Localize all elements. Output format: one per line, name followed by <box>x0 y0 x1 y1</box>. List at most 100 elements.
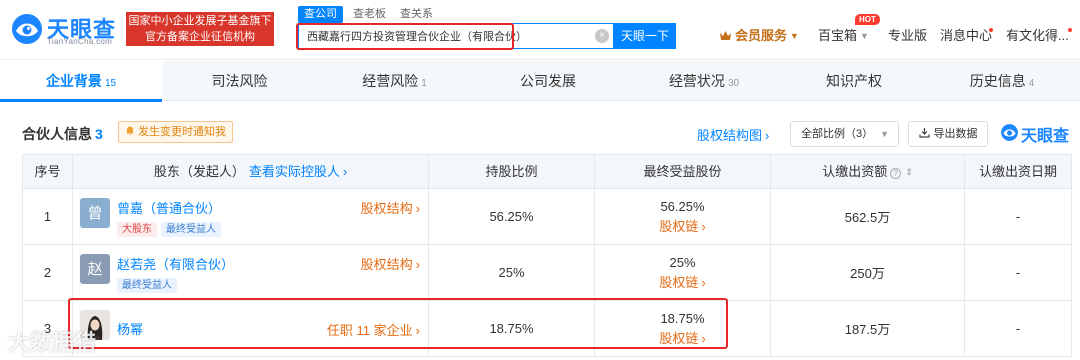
search-tab-relation[interactable]: 查关系 <box>400 6 433 23</box>
search-input[interactable] <box>299 24 559 48</box>
tab-intellectual-property[interactable]: 知识产权 <box>784 61 924 101</box>
search-button[interactable]: 天眼一下 <box>614 23 676 49</box>
tianyancha-watermark-logo: 天眼查 <box>1000 122 1072 145</box>
capital-cell: 187.5万 <box>771 301 965 356</box>
final-benefit-cell: 18.75% 股权链 › <box>595 301 771 356</box>
view-actual-controller-link[interactable]: 查看实际控股人 › <box>249 164 347 179</box>
chevron-right-icon: › <box>701 330 706 346</box>
capital-cell: 250万 <box>771 245 965 300</box>
header-capital-label: 认缴出资额 <box>822 164 888 179</box>
tag-list: 大股东 最终受益人 <box>117 220 225 237</box>
header-index: 序号 <box>23 155 73 188</box>
chevron-right-icon: › <box>765 128 770 143</box>
header-shareholder-label: 股东（发起人） <box>153 164 245 179</box>
equity-structure-label: 股权结构 <box>360 257 413 272</box>
date-cell: - <box>965 245 1072 300</box>
logo-domain: TianYanCha.com <box>47 37 113 46</box>
message-center-link[interactable]: 消息中心 <box>940 27 992 45</box>
tab-count: 1 <box>421 78 427 89</box>
tab-label: 经营风险 <box>362 73 419 89</box>
tab-business-status[interactable]: 经营状况 30 <box>624 61 784 101</box>
treasure-box-menu[interactable]: 百宝箱 ▼ <box>818 27 869 45</box>
equity-chain-link[interactable]: 股权链 › <box>659 273 705 293</box>
avatar[interactable]: 赵 <box>80 254 110 284</box>
tab-label: 司法风险 <box>211 73 268 89</box>
member-service-menu[interactable]: 会员服务 ▼ <box>719 27 799 45</box>
tianyancha-logo[interactable]: 天眼查 TianYanCha.com <box>10 10 120 50</box>
row-index: 1 <box>23 189 73 244</box>
sort-icon[interactable]: ⇕ <box>905 156 913 189</box>
search-box: × <box>298 23 614 49</box>
date-cell: - <box>965 301 1072 356</box>
user-dot <box>1068 28 1072 32</box>
table-row: 1 曾 曾嘉（普通合伙） 大股东 最终受益人 股权结构 › 56.25% 56.25… <box>23 189 1072 245</box>
equity-structure-chart-link[interactable]: 股权结构图 › <box>697 125 769 144</box>
tag-list: 最终受益人 <box>117 276 181 293</box>
capital-cell: 562.5万 <box>771 189 965 244</box>
shareholder-cell: 杨幂 任职 11 家企业 › <box>73 301 429 356</box>
tab-count: 30 <box>727 78 740 89</box>
tab-company-background[interactable]: 企业背景 15 <box>0 61 162 102</box>
user-menu[interactable]: 有文化得... <box>1006 27 1069 45</box>
section-title-text: 合伙人信息 <box>22 126 92 142</box>
section-count: 3 <box>95 126 103 142</box>
shareholder-name-link[interactable]: 杨幂 <box>117 319 143 338</box>
search-tab-company[interactable]: 查公司 <box>298 6 343 23</box>
equity-chain-link[interactable]: 股权链 › <box>659 217 705 237</box>
beneficiary-tag: 最终受益人 <box>117 278 177 293</box>
shareholder-name-link[interactable]: 赵若尧（有限合伙） <box>117 254 234 273</box>
pro-version-link[interactable]: 专业版 <box>888 27 927 45</box>
notify-on-change-button[interactable]: 发生变更时通知我 <box>118 121 233 143</box>
header-final-benefit: 最终受益股份 <box>595 155 771 188</box>
chevron-down-icon: ▼ <box>790 31 799 41</box>
chevron-right-icon: › <box>701 218 706 234</box>
shareholder-cell: 曾 曾嘉（普通合伙） 大股东 最终受益人 股权结构 › <box>73 189 429 244</box>
chevron-right-icon: › <box>415 323 420 338</box>
crown-icon <box>720 31 731 40</box>
final-benefit-value: 18.75% <box>660 310 705 326</box>
export-data-button[interactable]: 导出数据 <box>908 121 988 147</box>
ratio-cell: 18.75% <box>429 301 595 356</box>
member-service-label: 会员服务 <box>735 28 788 43</box>
header-shareholder: 股东（发起人） 查看实际控股人 › <box>73 155 429 188</box>
clear-icon[interactable]: × <box>595 29 609 43</box>
final-benefit-value: 25% <box>669 254 696 270</box>
shareholder-cell: 赵 赵若尧（有限合伙） 最终受益人 股权结构 › <box>73 245 429 300</box>
tab-label: 企业背景 <box>45 73 102 89</box>
section-title: 合伙人信息 3 <box>22 124 103 144</box>
table-row: 3 杨幂 任职 11 家企业 › 18.75% 18.75% 股权链 › 187.5万… <box>23 301 1072 357</box>
controller-link-label: 查看实际控股人 <box>248 164 340 179</box>
banner-line-1: 国家中小企业发展子基金旗下 <box>128 14 272 27</box>
positions-link[interactable]: 任职 11 家企业 › <box>327 320 420 339</box>
tab-history[interactable]: 历史信息 4 <box>924 61 1080 101</box>
ratio-filter-select[interactable]: 全部比例（3） ▼ <box>790 121 899 147</box>
chevron-down-icon: ▼ <box>860 31 869 41</box>
equity-chain-link[interactable]: 股权链 › <box>659 329 705 349</box>
ratio-filter-value: 全部比例（3） <box>801 128 874 140</box>
tab-label: 知识产权 <box>826 73 882 89</box>
equity-chain-label: 股权链 <box>659 218 699 234</box>
tab-label: 经营状况 <box>668 73 725 89</box>
ratio-cell: 56.25% <box>429 189 595 244</box>
equity-structure-link[interactable]: 股权结构 › <box>361 198 420 217</box>
company-tabs: 企业背景 15 司法风险 经营风险 1 公司发展 经营状况 30 知识产权 历史信息 4 <box>0 61 1080 102</box>
header-ratio: 持股比例 <box>429 155 595 188</box>
search-tab-boss[interactable]: 查老板 <box>353 6 386 23</box>
shareholder-name-link[interactable]: 曾嘉（普通合伙） <box>117 198 221 217</box>
notify-label: 发生变更时通知我 <box>138 126 226 138</box>
equity-structure-link[interactable]: 股权结构 › <box>361 254 420 273</box>
avatar[interactable]: 曾 <box>80 198 110 228</box>
logo-mark-icon <box>1001 124 1018 141</box>
final-benefit-cell: 25% 股权链 › <box>595 245 771 300</box>
corner-watermark: 大数据猎 <box>8 331 97 356</box>
tab-operational-risk[interactable]: 经营风险 1 <box>317 61 472 101</box>
tab-company-development[interactable]: 公司发展 <box>472 61 624 101</box>
top-header: 天眼查 TianYanCha.com 国家中小企业发展子基金旗下 官方备案企业征… <box>0 0 1080 60</box>
equity-chart-label: 股权结构图 <box>697 128 763 143</box>
chevron-right-icon: › <box>342 164 348 179</box>
equity-chain-label: 股权链 <box>659 274 699 290</box>
banner-line-2: 官方备案企业征信机构 <box>145 30 255 43</box>
tab-judicial-risk[interactable]: 司法风险 <box>162 61 317 101</box>
positions-label: 任职 11 家企业 <box>326 323 413 338</box>
help-icon[interactable]: ? <box>890 168 902 179</box>
